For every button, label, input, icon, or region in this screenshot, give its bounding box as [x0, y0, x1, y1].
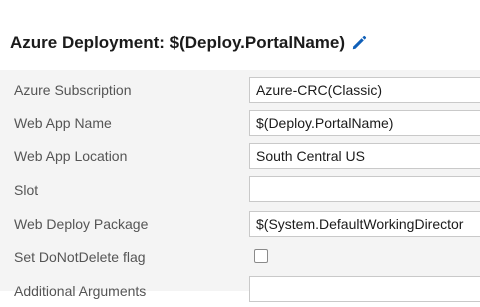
web-app-location-label: Web App Location: [14, 148, 128, 164]
web-deploy-package-label: Web Deploy Package: [14, 216, 149, 232]
set-donotdelete-flag-label: Set DoNotDelete flag: [14, 249, 146, 265]
row-web-app-location: Web App Location South Central US: [0, 141, 480, 173]
web-app-name-label: Web App Name: [14, 115, 112, 131]
slot-input[interactable]: [249, 176, 480, 202]
row-web-deploy-package: Web Deploy Package $(System.DefaultWorki…: [0, 208, 480, 240]
row-azure-subscription: Azure Subscription Azure-CRC(Classic): [0, 75, 480, 107]
row-additional-arguments: Additional Arguments: [0, 275, 480, 307]
pencil-icon[interactable]: [351, 35, 367, 51]
task-settings-form: Azure Subscription Azure-CRC(Classic) We…: [0, 70, 480, 302]
page-title: Azure Deployment: $(Deploy.PortalName): [10, 33, 346, 52]
title-bar: Azure Deployment: $(Deploy.PortalName): [10, 31, 367, 55]
web-app-location-select[interactable]: South Central US: [249, 143, 480, 169]
additional-arguments-input[interactable]: [249, 276, 480, 302]
slot-label: Slot: [14, 182, 39, 198]
row-web-app-name: Web App Name $(Deploy.PortalName): [0, 108, 480, 140]
azure-subscription-label: Azure Subscription: [14, 82, 132, 98]
additional-arguments-label: Additional Arguments: [14, 283, 147, 299]
azure-subscription-select[interactable]: Azure-CRC(Classic): [249, 77, 480, 103]
web-app-name-input[interactable]: $(Deploy.PortalName): [249, 110, 480, 136]
row-set-donotdelete-flag: Set DoNotDelete flag: [0, 242, 480, 274]
task-header: Azure Deployment: $(Deploy.PortalName): [0, 0, 480, 70]
set-donotdelete-checkbox[interactable]: [254, 249, 268, 263]
row-slot: Slot: [0, 174, 480, 206]
web-deploy-package-input[interactable]: $(System.DefaultWorkingDirector: [249, 211, 480, 237]
